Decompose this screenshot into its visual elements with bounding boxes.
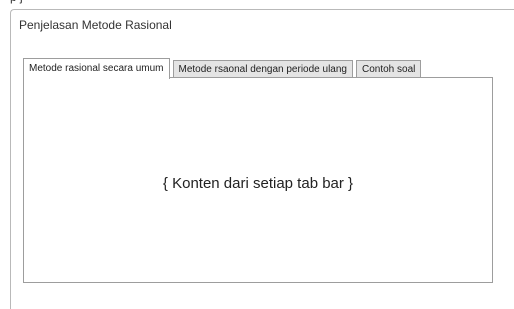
window-title: Penjelasan Metode Rasional xyxy=(19,18,172,32)
clipped-heading: p j xyxy=(10,0,50,6)
tab-metode-rasional-umum[interactable]: Metode rasional secara umum xyxy=(23,58,170,79)
tab-bar: Metode rasional secara umum Metode rsaon… xyxy=(23,57,424,79)
tab-contoh-soal[interactable]: Contoh soal xyxy=(355,60,422,78)
tab-metode-rasional-periode-ulang[interactable]: Metode rsaonal dengan periode ulang xyxy=(172,60,353,78)
tab-label: Contoh soal xyxy=(361,64,416,75)
tab-content-panel: { Konten dari setiap tab bar } xyxy=(23,77,493,283)
clipped-heading-text: p j xyxy=(10,0,23,4)
tab-content-placeholder: { Konten dari setiap tab bar } xyxy=(162,175,354,192)
tab-label: Metode rsaonal dengan periode ulang xyxy=(178,64,347,75)
tab-label: Metode rasional secara umum xyxy=(29,63,164,74)
